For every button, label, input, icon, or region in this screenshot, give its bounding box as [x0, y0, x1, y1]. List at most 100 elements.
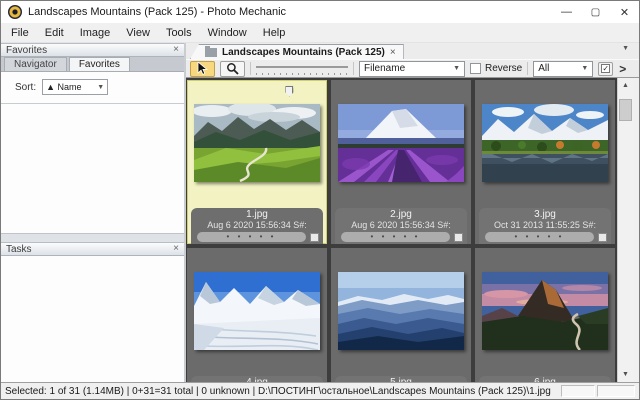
menu-tools[interactable]: Tools	[158, 24, 200, 42]
slider-track	[256, 66, 348, 68]
status-bar: Selected: 1 of 31 (1.14MB) | 0+31=31 tot…	[1, 382, 639, 399]
tag-checkbox[interactable]	[598, 233, 607, 242]
magnifier-icon	[226, 62, 239, 75]
menu-window[interactable]: Window	[200, 24, 255, 42]
status-text: Selected: 1 of 31 (1.14MB) | 0+31=31 tot…	[5, 386, 551, 397]
thumbnail-image-3[interactable]	[482, 104, 608, 182]
tasks-panel-title: Tasks	[6, 244, 32, 255]
menu-file[interactable]: File	[3, 24, 37, 42]
status-progress-cells	[561, 385, 635, 397]
thumbnail-image-2[interactable]	[338, 104, 464, 182]
filter-value: All	[538, 63, 549, 74]
sort-dropdown[interactable]: ▲ Name ▼	[42, 79, 108, 95]
reverse-label: Reverse	[485, 63, 522, 74]
toolbar-separator	[353, 62, 354, 75]
rating-bar[interactable]: • • • • •	[197, 232, 306, 242]
zoom-tool-button[interactable]	[220, 61, 245, 77]
filter-dropdown[interactable]: All ▼	[533, 61, 593, 77]
thumbnail-cell-1[interactable]: 1.jpg Aug 6 2020 15:56:34 S#: • • • • •	[187, 80, 327, 244]
sidebar: Favorites × Navigator Favorites Sort: ▲ …	[1, 43, 184, 382]
scrollbar-thumb[interactable]	[619, 99, 632, 121]
thumbnail-cell-6[interactable]: 6.jpg • • • • •	[475, 248, 615, 382]
thumbnail-caption: 3.jpg Oct 31 2013 11:55:25 S#: • • • • •	[479, 208, 611, 244]
tasks-panel-close-icon[interactable]: ×	[173, 244, 179, 254]
title-bar: Landscapes Mountains (Pack 125) - Photo …	[1, 1, 639, 23]
contact-sheet-tab-label: Landscapes Mountains (Pack 125)	[222, 47, 385, 58]
favorites-panel-title: Favorites	[6, 45, 47, 56]
scrollbar-track[interactable]	[618, 93, 633, 367]
menu-edit[interactable]: Edit	[37, 24, 72, 42]
toolbar: Filename ▼ Reverse All ▼ ✓ >	[186, 59, 639, 77]
tag-checkbox[interactable]	[454, 233, 463, 242]
divider	[1, 103, 184, 104]
main-area: Landscapes Mountains (Pack 125) × ▼	[186, 43, 639, 382]
tasks-panel-content	[1, 256, 184, 382]
sort-field-dropdown[interactable]: Filename ▼	[359, 61, 465, 77]
status-cell	[597, 385, 635, 397]
close-button[interactable]: ✕	[610, 1, 639, 23]
window-title: Landscapes Mountains (Pack 125) - Photo …	[28, 6, 286, 18]
favorites-panel-close-icon[interactable]: ×	[173, 45, 179, 55]
pointer-icon	[197, 62, 208, 75]
rating-bar[interactable]: • • • • •	[485, 232, 594, 242]
thumbnail-cell-3[interactable]: 3.jpg Oct 31 2013 11:55:25 S#: • • • • •	[475, 80, 615, 244]
chevron-down-icon: ▼	[453, 65, 460, 72]
checked-box-icon: ✓	[601, 64, 610, 73]
menu-image[interactable]: Image	[72, 24, 119, 42]
status-cell	[561, 385, 595, 397]
tab-navigator[interactable]: Navigator	[4, 57, 67, 71]
maximize-button[interactable]: ▢	[581, 1, 610, 23]
favorites-panel-content: Sort: ▲ Name ▼	[1, 72, 184, 234]
thumbnail-image-4[interactable]	[194, 272, 320, 350]
minimize-button[interactable]: —	[552, 1, 581, 23]
rating-bar[interactable]: • • • • •	[341, 232, 450, 242]
favorites-panel-header: Favorites ×	[1, 43, 184, 57]
panel-splitter[interactable]	[1, 234, 184, 242]
sort-field-value: Filename	[364, 63, 405, 74]
toolbar-overflow-arrow[interactable]: >	[619, 62, 626, 76]
window-edge	[633, 78, 640, 382]
tasks-panel-header: Tasks ×	[1, 242, 184, 256]
contact-sheet-tab-bar: Landscapes Mountains (Pack 125) × ▼	[186, 43, 639, 59]
window-controls: — ▢ ✕	[552, 1, 639, 23]
thumbnail-cell-5[interactable]: 5.jpg • • • • •	[331, 248, 471, 382]
thumbnail-filename: 3.jpg	[479, 209, 611, 220]
app-window: Landscapes Mountains (Pack 125) - Photo …	[0, 0, 640, 400]
thumbnail-metadata: Aug 6 2020 15:56:34 S#:	[191, 220, 323, 231]
tagged-filter-button[interactable]: ✓	[598, 62, 613, 76]
thumbnail-image-5[interactable]	[338, 272, 464, 350]
scroll-down-icon[interactable]: ▼	[618, 367, 633, 382]
pointer-tool-button[interactable]	[190, 61, 215, 77]
tab-list-chevron-icon[interactable]: ▼	[622, 45, 629, 52]
thumbnail-cell-2[interactable]: 2.jpg Aug 6 2020 15:56:34 S#: • • • • •	[331, 80, 471, 244]
toolbar-separator	[250, 62, 251, 75]
vertical-scrollbar[interactable]: ▲ ▼	[617, 78, 633, 382]
thumbnail-grid: 1.jpg Aug 6 2020 15:56:34 S#: • • • • •	[186, 78, 617, 382]
thumbnail-metadata: Aug 6 2020 15:56:34 S#:	[335, 220, 467, 231]
thumbnail-metadata: Oct 31 2013 11:55:25 S#:	[479, 220, 611, 231]
sort-label: Sort:	[15, 82, 36, 93]
sort-dropdown-value: ▲ Name	[46, 82, 81, 92]
contact-sheet: 1.jpg Aug 6 2020 15:56:34 S#: • • • • •	[186, 77, 639, 382]
tab-close-icon[interactable]: ×	[390, 47, 396, 58]
menu-bar: File Edit Image View Tools Window Help	[1, 23, 639, 43]
thumbnail-filename: 1.jpg	[191, 209, 323, 220]
tab-favorites[interactable]: Favorites	[69, 57, 130, 71]
reverse-checkbox[interactable]	[470, 63, 481, 74]
folder-icon	[205, 48, 217, 57]
thumbnail-caption: 1.jpg Aug 6 2020 15:56:34 S#: • • • • •	[191, 208, 323, 244]
contact-sheet-tab[interactable]: Landscapes Mountains (Pack 125) ×	[190, 44, 404, 59]
tag-checkbox[interactable]	[310, 233, 319, 242]
menu-view[interactable]: View	[118, 24, 158, 42]
thumbnail-image-6[interactable]	[482, 272, 608, 350]
thumbnail-caption: 2.jpg Aug 6 2020 15:56:34 S#: • • • • •	[335, 208, 467, 244]
menu-help[interactable]: Help	[255, 24, 294, 42]
thumbnail-image-1[interactable]	[194, 104, 320, 182]
toolbar-separator	[527, 62, 528, 75]
scroll-up-icon[interactable]: ▲	[618, 78, 633, 93]
chevron-down-icon: ▼	[97, 84, 104, 91]
thumbnail-size-slider[interactable]	[256, 62, 348, 76]
thumbnail-filename: 2.jpg	[335, 209, 467, 220]
thumbnail-cell-4[interactable]: 4.jpg • • • • •	[187, 248, 327, 382]
app-logo-icon	[8, 5, 22, 19]
